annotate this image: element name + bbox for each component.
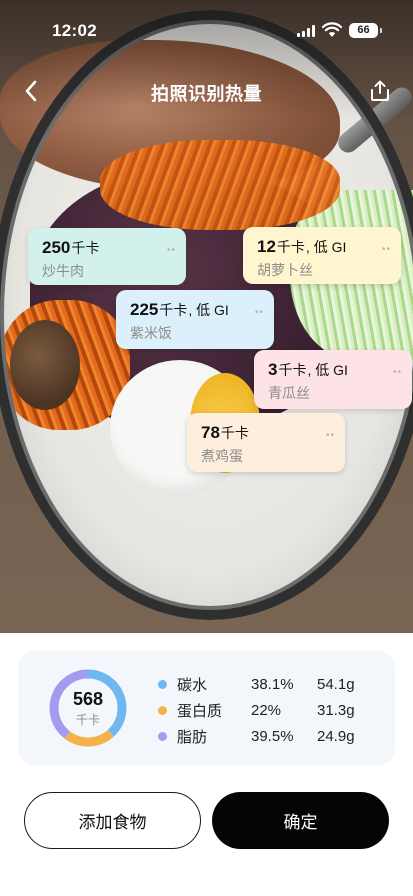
add-food-button[interactable]: 添加食物 <box>24 792 201 849</box>
total-calories-unit: 千卡 <box>75 712 100 727</box>
food-tag-calories: 78 千卡 <box>201 423 249 442</box>
macro-row-protein: 蛋白质 22% 31.3g <box>158 697 383 723</box>
food-tag-rice[interactable]: 225 千卡, 低 GI 紫米饭 •• <box>116 290 274 349</box>
food-tag-calories: 12 千卡, 低 GI <box>257 237 347 256</box>
drag-handle-icon: •• <box>392 367 402 378</box>
food-tag-calories: 3 千卡, 低 GI <box>268 360 348 379</box>
share-icon <box>371 80 389 101</box>
carbs-dot <box>158 679 167 689</box>
donut-center: 568 千卡 <box>48 668 128 748</box>
food-tag-calories: 225 千卡, 低 GI <box>130 300 229 319</box>
signal-icon <box>297 25 315 37</box>
food-tag-beef[interactable]: 250 千卡 炒牛肉 •• <box>28 228 186 285</box>
macro-percent: 39.5% <box>251 727 294 745</box>
macro-row-fat: 脂肪 39.5% 24.9g <box>158 723 383 749</box>
protein-dot <box>158 705 167 715</box>
food-tag-cucumber[interactable]: 3 千卡, 低 GI 青瓜丝 •• <box>254 350 412 409</box>
macro-grams: 31.3g <box>317 701 355 719</box>
wifi-icon <box>322 22 342 37</box>
macro-grams: 24.9g <box>317 727 355 745</box>
confirm-button[interactable]: 确定 <box>212 792 389 849</box>
macro-grams: 54.1g <box>317 675 355 693</box>
macro-name: 蛋白质 <box>177 702 223 720</box>
drag-handle-icon: •• <box>325 430 335 441</box>
food-tag-egg[interactable]: 78 千卡 煮鸡蛋 •• <box>187 413 345 472</box>
drag-handle-icon: •• <box>254 307 264 318</box>
drag-handle-icon: •• <box>381 244 391 255</box>
food-tag-name: 炒牛肉 <box>42 263 84 279</box>
food-tag-calories: 250 千卡 <box>42 238 100 257</box>
battery-icon: 66 <box>349 23 382 38</box>
macro-percent: 38.1% <box>251 675 294 693</box>
bottom-panel: 568 千卡 碳水 38.1% 54.1g 蛋白质 22% 31.3g 脂肪 3… <box>0 633 413 896</box>
share-button[interactable] <box>366 77 394 105</box>
food-tag-name: 青瓜丝 <box>268 385 310 401</box>
food-tag-name: 胡萝卜丝 <box>257 262 313 278</box>
macro-name: 脂肪 <box>177 728 208 746</box>
macro-row-carbs: 碳水 38.1% 54.1g <box>158 671 383 697</box>
nutrition-summary-card: 568 千卡 碳水 38.1% 54.1g 蛋白质 22% 31.3g 脂肪 3… <box>18 651 395 765</box>
page-title: 拍照识别热量 <box>151 84 262 104</box>
food-tag-name: 紫米饭 <box>130 325 172 341</box>
macro-percent: 22% <box>251 701 282 719</box>
macro-name: 碳水 <box>177 676 208 694</box>
food-tag-carrot[interactable]: 12 千卡, 低 GI 胡萝卜丝 •• <box>243 227 401 284</box>
fat-dot <box>158 731 167 741</box>
drag-handle-icon: •• <box>166 245 176 256</box>
status-time: 12:02 <box>52 21 97 40</box>
food-tag-name: 煮鸡蛋 <box>201 448 243 464</box>
macro-legend: 碳水 38.1% 54.1g 蛋白质 22% 31.3g 脂肪 39.5% 24… <box>158 671 383 749</box>
total-calories: 568 <box>72 688 104 709</box>
status-bar: 12:02 66 <box>0 0 413 60</box>
